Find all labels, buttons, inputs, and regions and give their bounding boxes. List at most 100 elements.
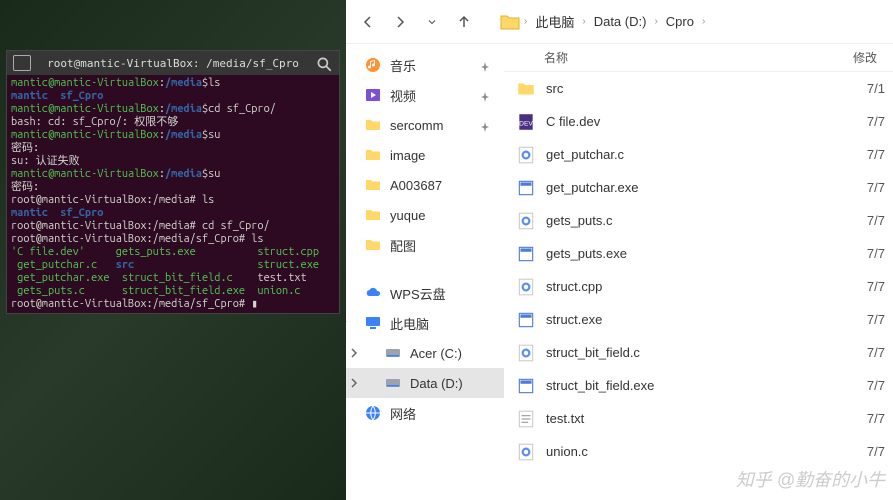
file-date: 7/7 [853,147,893,162]
file-name: struct_bit_field.exe [546,378,853,393]
sidebar-item[interactable]: sercomm [346,110,504,140]
sidebar-item-label: 此电脑 [390,314,429,333]
sidebar-item[interactable]: Data (D:) [346,368,504,398]
file-date: 7/7 [853,411,893,426]
folder-icon [364,206,382,224]
chevron-icon[interactable] [348,377,360,389]
chevron-icon[interactable] [346,317,348,329]
pin-icon [480,60,490,70]
sidebar-item[interactable]: yuque [346,200,504,230]
file-date: 7/7 [853,180,893,195]
sidebar-item-label: 音乐 [390,56,416,75]
file-date: 7/7 [853,345,893,360]
sidebar-item[interactable]: Acer (C:) [346,338,504,368]
file-row[interactable]: struct.exe7/7 [504,303,893,336]
file-date: 7/7 [853,246,893,261]
terminal-titlebar[interactable]: root@mantic-VirtualBox: /media/sf_Cpro [7,51,339,75]
terminal-title: root@mantic-VirtualBox: /media/sf_Cpro [47,57,299,70]
back-button[interactable] [354,8,382,36]
exe-icon [516,376,536,396]
file-name: C file.dev [546,114,853,129]
folder-icon [364,146,382,164]
disk-icon [384,374,402,392]
explorer-toolbar: ›此电脑›Data (D:)›Cpro› [346,0,893,44]
sidebar-item[interactable]: WPS云盘 [346,278,504,308]
sidebar-item-label: image [390,148,425,163]
video-icon [364,86,382,104]
file-name: gets_puts.exe [546,246,853,261]
col-name[interactable]: 名称 [544,49,853,66]
cloud-icon [364,284,382,302]
file-name: test.txt [546,411,853,426]
c-icon [516,211,536,231]
c-icon [516,343,536,363]
search-icon[interactable] [315,55,333,71]
sidebar-item-label: Acer (C:) [410,346,462,361]
file-row[interactable]: struct_bit_field.c7/7 [504,336,893,369]
forward-button[interactable] [386,8,414,36]
terminal-window[interactable]: root@mantic-VirtualBox: /media/sf_Cpro m… [6,50,340,314]
file-name: get_putchar.exe [546,180,853,195]
dev-icon: DEV [516,112,536,132]
sidebar-item[interactable]: 配图 [346,230,504,260]
file-date: 7/7 [853,378,893,393]
sidebar-item[interactable]: A003687 [346,170,504,200]
breadcrumb-item[interactable]: 此电脑 [535,12,574,31]
file-row[interactable]: gets_puts.c7/7 [504,204,893,237]
file-row[interactable]: src7/1 [504,72,893,105]
recent-dropdown[interactable] [418,8,446,36]
breadcrumb-item[interactable]: Cpro [666,14,694,29]
c-icon [516,277,536,297]
col-date[interactable]: 修改 [853,49,893,66]
c-icon [516,442,536,462]
sidebar-item-label: sercomm [390,118,443,133]
file-row[interactable]: struct_bit_field.exe7/7 [504,369,893,402]
file-explorer: ›此电脑›Data (D:)›Cpro› 音乐视频 sercomm image A00… [346,0,893,500]
pin-icon [480,120,490,130]
file-row[interactable]: test.txt7/7 [504,402,893,435]
computer-icon [364,314,382,332]
chevron-icon[interactable] [348,347,360,359]
breadcrumb[interactable]: ›此电脑›Data (D:)›Cpro› [524,12,705,31]
file-date: 7/7 [853,213,893,228]
sidebar-item[interactable]: image [346,140,504,170]
file-name: struct.exe [546,312,853,327]
file-date: 7/7 [853,279,893,294]
terminal-body[interactable]: mantic@mantic-VirtualBox:/media$lsmantic… [7,75,339,313]
file-date: 7/1 [853,81,893,96]
sidebar-item[interactable]: 视频 [346,80,504,110]
sidebar-item[interactable]: 此电脑 [346,308,504,338]
sidebar-item-label: yuque [390,208,425,223]
sidebar-item-label: 视频 [390,86,416,105]
file-name: src [546,81,853,96]
file-date: 7/7 [853,312,893,327]
sidebar-item-label: Data (D:) [410,376,463,391]
file-pane: 名称 修改 src7/1DEVC file.dev7/7get_putchar.… [504,44,893,500]
breadcrumb-item[interactable]: Data (D:) [594,14,647,29]
network-icon [364,404,382,422]
txt-icon [516,409,536,429]
exe-icon [516,310,536,330]
column-headers[interactable]: 名称 修改 [504,44,893,72]
file-date: 7/7 [853,114,893,129]
folder-icon [364,176,382,194]
file-row[interactable]: get_putchar.exe7/7 [504,171,893,204]
disk-icon [384,344,402,362]
file-row[interactable]: get_putchar.c7/7 [504,138,893,171]
chevron-icon[interactable] [346,407,348,419]
file-row[interactable]: struct.cpp7/7 [504,270,893,303]
file-row[interactable]: gets_puts.exe7/7 [504,237,893,270]
sidebar: 音乐视频 sercomm image A003687 yuque 配图 WPS云盘此电脑 Ac… [346,44,504,500]
up-button[interactable] [450,8,478,36]
sidebar-item[interactable]: 网络 [346,398,504,428]
file-row[interactable]: DEV C file.dev7/7 [504,105,893,138]
svg-text:DEV: DEV [519,120,533,127]
pin-icon [480,90,490,100]
exe-icon [516,178,536,198]
terminal-menu-icon[interactable] [13,55,31,71]
file-name: struct.cpp [546,279,853,294]
sidebar-item[interactable]: 音乐 [346,50,504,80]
sidebar-item-label: WPS云盘 [390,284,446,303]
file-row[interactable]: union.c7/7 [504,435,893,468]
file-name: union.c [546,444,853,459]
